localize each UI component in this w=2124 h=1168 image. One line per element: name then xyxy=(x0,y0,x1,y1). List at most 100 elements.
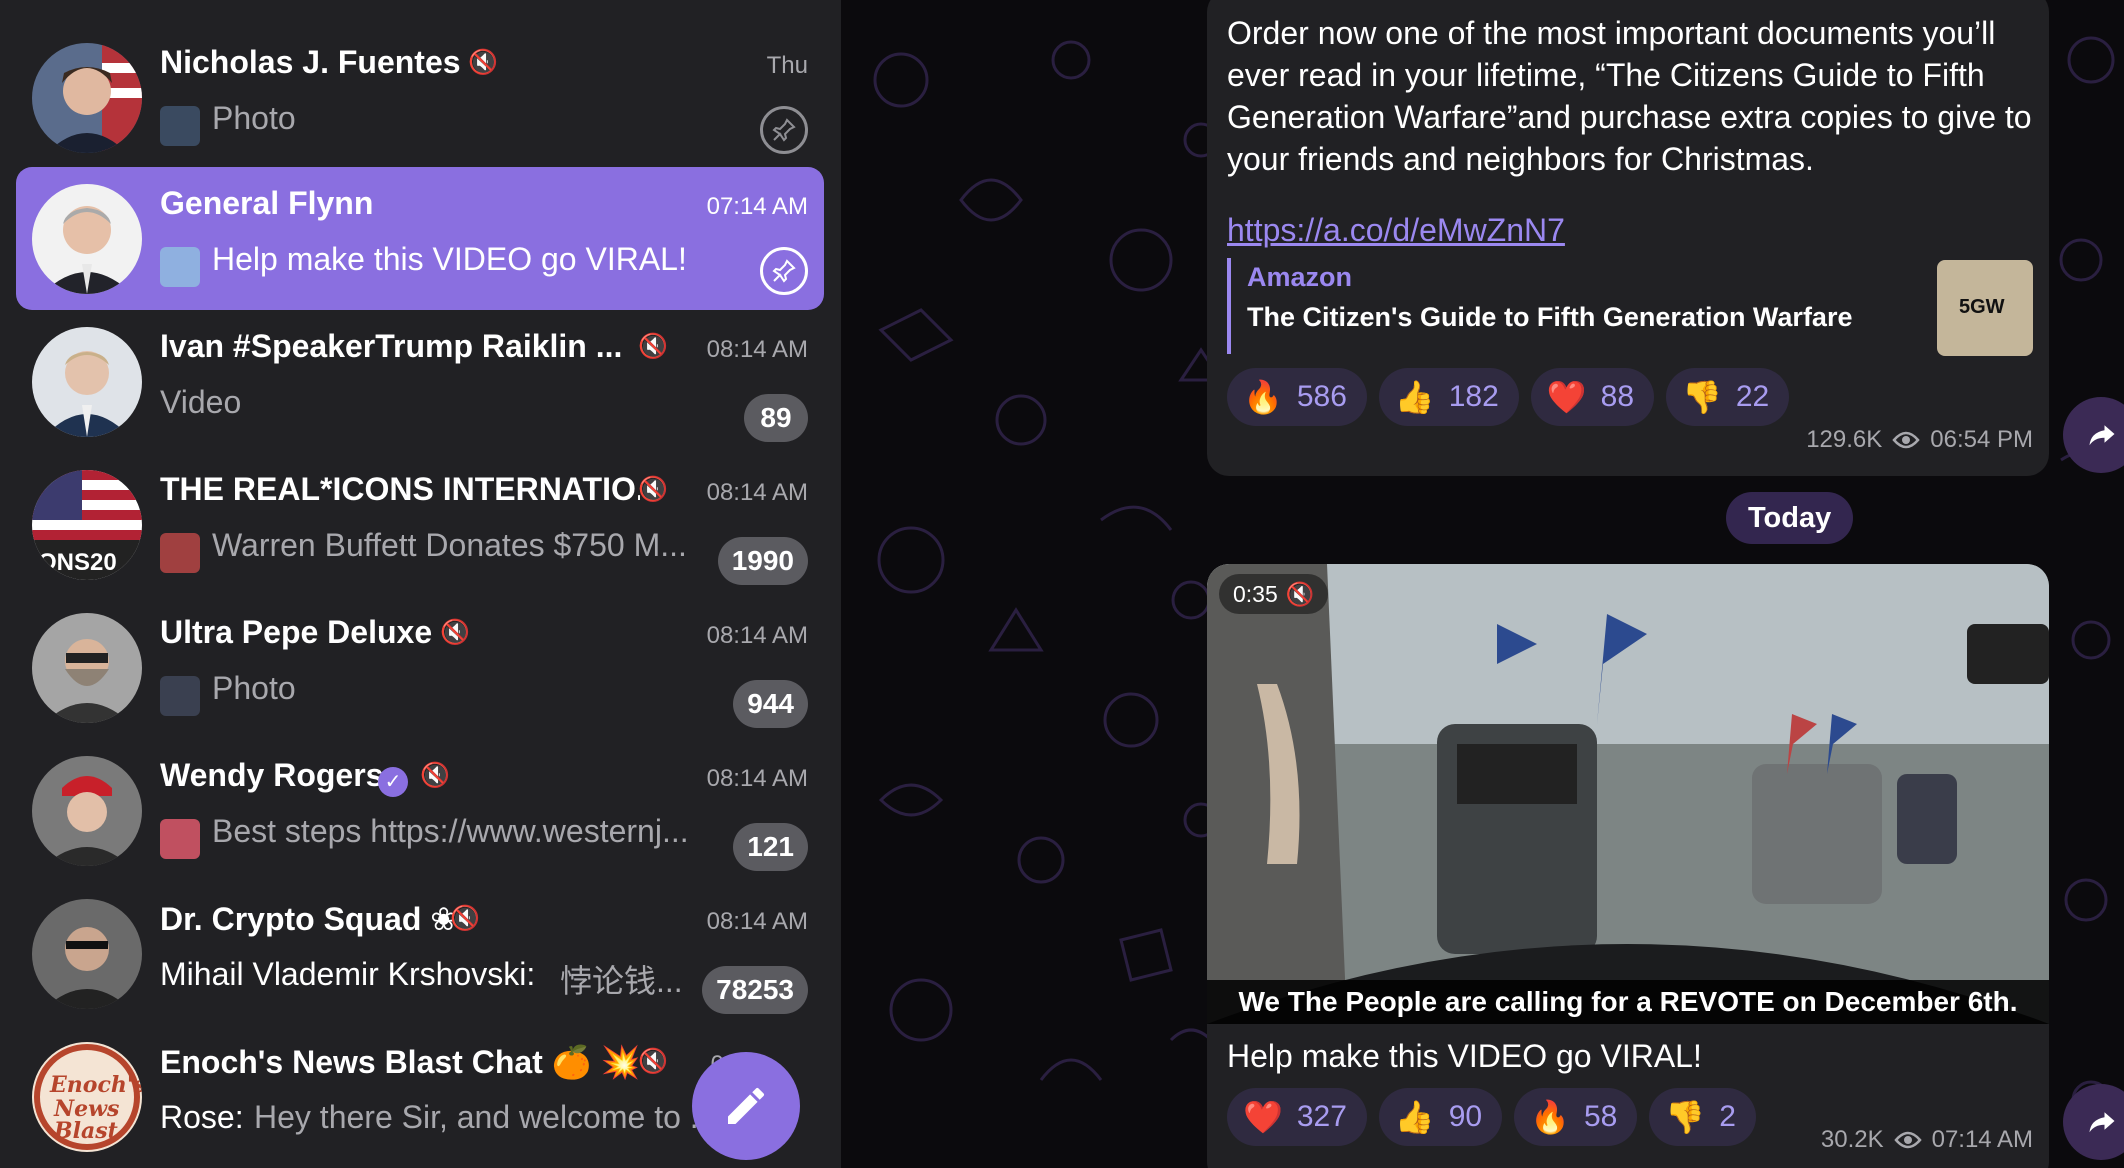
reaction-count: 58 xyxy=(1583,1100,1618,1133)
mute-icon[interactable]: 🔇 xyxy=(1286,574,1315,614)
chat-row-wendy-rogers[interactable]: Wendy Rogers ✓ 🔇 08:14 AM Best steps htt… xyxy=(16,739,824,882)
chat-name: Dr. Crypto Squad ❀ xyxy=(160,901,458,937)
unread-badge: 78253 xyxy=(702,966,808,1014)
share-icon xyxy=(2089,425,2115,446)
chat-row-ivan-raiklin[interactable]: Ivan #SpeakerTrump Raiklin ... 🔇 08:14 A… xyxy=(16,310,824,453)
reactions-bar: ❤️ 327 👍 90 🔥 58 👎 2 xyxy=(1227,1088,1756,1146)
chat-time: 08:14 AM xyxy=(706,765,808,792)
eye-icon xyxy=(1892,431,1920,449)
chat-preview: Hey there Sir, and welcome to ... xyxy=(254,1099,708,1135)
mute-icon: 🔇 xyxy=(450,905,480,932)
chat-time: 08:14 AM xyxy=(706,336,808,363)
chat-name: Ivan #SpeakerTrump Raiklin ... xyxy=(160,328,623,364)
chat-preview: Best steps https://www.westernj... xyxy=(212,813,689,849)
pencil-icon xyxy=(728,1087,764,1124)
svg-text:Blast: Blast xyxy=(53,1118,118,1144)
thumbs-down-icon: 👎 xyxy=(1682,379,1722,415)
preview-thumbnail xyxy=(160,819,200,859)
reaction-thumbs-down[interactable]: 👎 2 xyxy=(1649,1088,1756,1146)
message-bubble-book: Order now one of the most important docu… xyxy=(1207,0,2049,476)
mute-icon: 🔇 xyxy=(420,762,450,789)
mute-icon: 🔇 xyxy=(638,333,668,360)
chat-preview: Warren Buffett Donates $750 M... xyxy=(212,527,687,563)
message-text: Help make this VIDEO go VIRAL! xyxy=(1227,1038,1702,1074)
video-duration: 0:35 🔇 xyxy=(1219,574,1329,614)
chat-name: Wendy Rogers xyxy=(160,757,384,793)
message-time: 07:14 AM xyxy=(1931,1126,2033,1153)
reaction-count: 2 xyxy=(1719,1100,1736,1133)
avatar xyxy=(32,899,142,1009)
message-text: Order now one of the most important docu… xyxy=(1227,15,2032,177)
link-preview-thumbnail: 5GW xyxy=(1937,260,2033,356)
avatar xyxy=(32,613,142,723)
video-frame xyxy=(1207,564,2049,1024)
thumbnail-text: 5GW xyxy=(1959,296,2005,318)
reaction-thumbs-up[interactable]: 👍 90 xyxy=(1378,1088,1503,1146)
avatar xyxy=(32,327,142,437)
fire-icon: 🔥 xyxy=(1243,379,1283,415)
chat-row-dr-crypto-squad[interactable]: Dr. Crypto Squad ❀ 🔇 08:14 AM Mihail Vla… xyxy=(16,882,824,1025)
mute-icon: 🔇 xyxy=(638,1048,668,1075)
duration-text: 0:35 xyxy=(1233,581,1278,607)
pin-icon[interactable] xyxy=(760,247,808,295)
avatar: ONS20 xyxy=(32,470,142,580)
compose-button[interactable] xyxy=(692,1052,800,1160)
video-subtitle: We The People are calling for a REVOTE o… xyxy=(1207,980,2049,1024)
message-meta: 30.2K 07:14 AM xyxy=(1821,1126,2033,1154)
chat-preview: 悖论钱... xyxy=(560,963,680,999)
thumbs-down-icon: 👎 xyxy=(1665,1099,1706,1135)
chat-list-panel: Nicholas J. Fuentes 🔇 Thu Photo General … xyxy=(0,0,841,1168)
link-preview-title: The Citizen's Guide to Fifth Generation … xyxy=(1247,302,1853,332)
reaction-heart[interactable]: ❤️ 88 xyxy=(1530,368,1655,426)
reaction-fire[interactable]: 🔥 586 xyxy=(1227,368,1367,426)
reaction-count: 586 xyxy=(1296,380,1347,413)
unread-badge: 89 xyxy=(744,394,808,442)
reaction-count: 327 xyxy=(1296,1100,1347,1133)
avatar: Enoch's News Blast xyxy=(32,1042,142,1152)
reaction-thumbs-down[interactable]: 👎 22 xyxy=(1666,368,1790,426)
heart-icon: ❤️ xyxy=(1546,379,1587,415)
video-player[interactable]: 0:35 🔇 We The People are calling for a R… xyxy=(1207,564,2049,1024)
avatar xyxy=(32,184,142,294)
reaction-fire[interactable]: 🔥 58 xyxy=(1514,1088,1638,1146)
message-time: 06:54 PM xyxy=(1930,426,2033,453)
chat-name: THE REAL*ICONS INTERNATIO... xyxy=(160,471,640,507)
chat-preview-sender: Rose: xyxy=(160,1099,244,1135)
mute-icon: 🔇 xyxy=(440,619,470,646)
share-icon xyxy=(2089,1112,2115,1133)
avatar xyxy=(32,43,142,153)
heart-icon: ❤️ xyxy=(1243,1099,1283,1135)
avatar xyxy=(32,756,142,866)
reaction-count: 182 xyxy=(1448,380,1499,413)
chat-name: Ultra Pepe Deluxe xyxy=(160,614,433,650)
link-preview[interactable]: Amazon The Citizen's Guide to Fifth Gene… xyxy=(1227,258,2033,356)
svg-text:ONS20: ONS20 xyxy=(38,549,117,576)
view-count: 129.6K xyxy=(1806,426,1883,453)
pin-icon[interactable] xyxy=(760,106,808,154)
unread-badge: 1990 xyxy=(717,537,808,585)
chat-row-real-icons[interactable]: ONS20 THE REAL*ICONS INTERNATIO... 🔇 08:… xyxy=(16,453,824,596)
date-separator: Today xyxy=(1726,492,1854,544)
reaction-count: 22 xyxy=(1735,380,1770,413)
reaction-count: 90 xyxy=(1448,1100,1483,1133)
chat-view: Order now one of the most important docu… xyxy=(841,0,2124,1168)
link-preview-site: Amazon xyxy=(1247,262,1353,292)
reaction-heart[interactable]: ❤️ 327 xyxy=(1227,1088,1367,1146)
reactions-bar: 🔥 586 👍 182 ❤️ 88 👎 22 xyxy=(1227,368,1790,426)
chat-row-ultra-pepe[interactable]: Ultra Pepe Deluxe 🔇 08:14 AM Photo 944 xyxy=(16,596,824,739)
preview-thumbnail xyxy=(160,247,200,287)
reaction-thumbs-up[interactable]: 👍 182 xyxy=(1378,368,1519,426)
view-count: 30.2K xyxy=(1820,1126,1884,1153)
verified-icon: ✓ xyxy=(378,767,408,797)
chat-preview: Video xyxy=(160,384,242,420)
chat-name: General Flynn xyxy=(160,185,374,221)
chat-name: Enoch's News Blast Chat 🍊 💥... xyxy=(160,1044,640,1080)
message-link[interactable]: https://a.co/d/eMwZnN7 xyxy=(1227,212,1565,249)
mute-icon: 🔇 xyxy=(638,476,668,503)
message-bubble-video: 0:35 🔇 We The People are calling for a R… xyxy=(1207,564,2049,1168)
reaction-count: 88 xyxy=(1600,380,1635,413)
chat-row-nicholas-fuentes[interactable]: Nicholas J. Fuentes 🔇 Thu Photo xyxy=(16,26,824,169)
chat-time: 08:14 AM xyxy=(706,479,808,506)
thumbs-up-icon: 👍 xyxy=(1394,379,1435,415)
chat-row-general-flynn[interactable]: General Flynn 07:14 AM Help make this VI… xyxy=(16,167,824,310)
